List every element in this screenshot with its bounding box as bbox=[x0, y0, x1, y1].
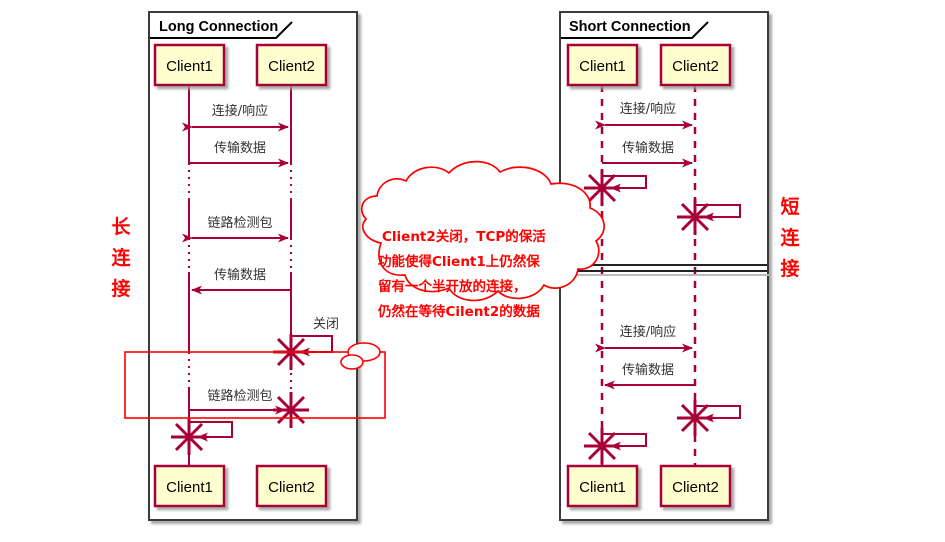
destroy-marker bbox=[171, 419, 207, 455]
message-label: 连接/响应 bbox=[620, 101, 676, 117]
vlabel-char: 长 bbox=[111, 216, 131, 238]
participant-label: Client1 bbox=[579, 479, 626, 496]
vlabel-char: 短 bbox=[780, 196, 800, 218]
destroy-marker bbox=[677, 400, 713, 436]
message-label: 传输数据 bbox=[214, 267, 266, 283]
sequence-diagram-canvas: Long Connection 连接/响应 传输数据 链路检测包 传输数据 关闭 bbox=[0, 0, 945, 542]
callout-line: 仍然在等待Cilent2的数据 bbox=[377, 303, 540, 320]
message-label: 连接/响应 bbox=[620, 324, 676, 340]
participant-label: Client2 bbox=[268, 58, 315, 75]
participant-label: Client2 bbox=[268, 479, 315, 496]
message-label: 关闭 bbox=[313, 317, 339, 332]
frame-title-short: Short Connection bbox=[569, 19, 691, 35]
participant-label: Client1 bbox=[166, 58, 213, 75]
message-label: 传输数据 bbox=[214, 140, 266, 156]
participant-label: Client1 bbox=[579, 58, 626, 75]
callout-line: 留有一个半开放的连接， bbox=[378, 278, 527, 295]
vlabel-char: 连 bbox=[780, 227, 800, 249]
destroy-marker bbox=[584, 428, 620, 464]
message-label: 传输数据 bbox=[622, 140, 674, 156]
participant-label: Client2 bbox=[672, 479, 719, 496]
long-connection-vertical-label: 长 连 接 bbox=[104, 212, 138, 305]
message-label: 链路检测包 bbox=[207, 215, 272, 231]
short-connection-vertical-label: 短 连 接 bbox=[773, 192, 807, 285]
frame-title-long: Long Connection bbox=[159, 19, 278, 35]
callout-line: 功能使得Client1上仍然保 bbox=[378, 253, 540, 270]
destroy-marker bbox=[273, 392, 309, 428]
message-label: 连接/响应 bbox=[212, 103, 268, 119]
vlabel-char: 接 bbox=[111, 278, 131, 300]
vlabel-char: 接 bbox=[780, 258, 800, 280]
destroy-marker bbox=[677, 199, 713, 235]
participant-label: Client2 bbox=[672, 58, 719, 75]
message-label: 传输数据 bbox=[622, 362, 674, 378]
participant-label: Client1 bbox=[166, 479, 213, 496]
vlabel-char: 连 bbox=[111, 247, 131, 269]
message-label: 链路检测包 bbox=[207, 388, 272, 404]
callout-line: Client2关闭，TCP的保活 bbox=[382, 228, 546, 245]
